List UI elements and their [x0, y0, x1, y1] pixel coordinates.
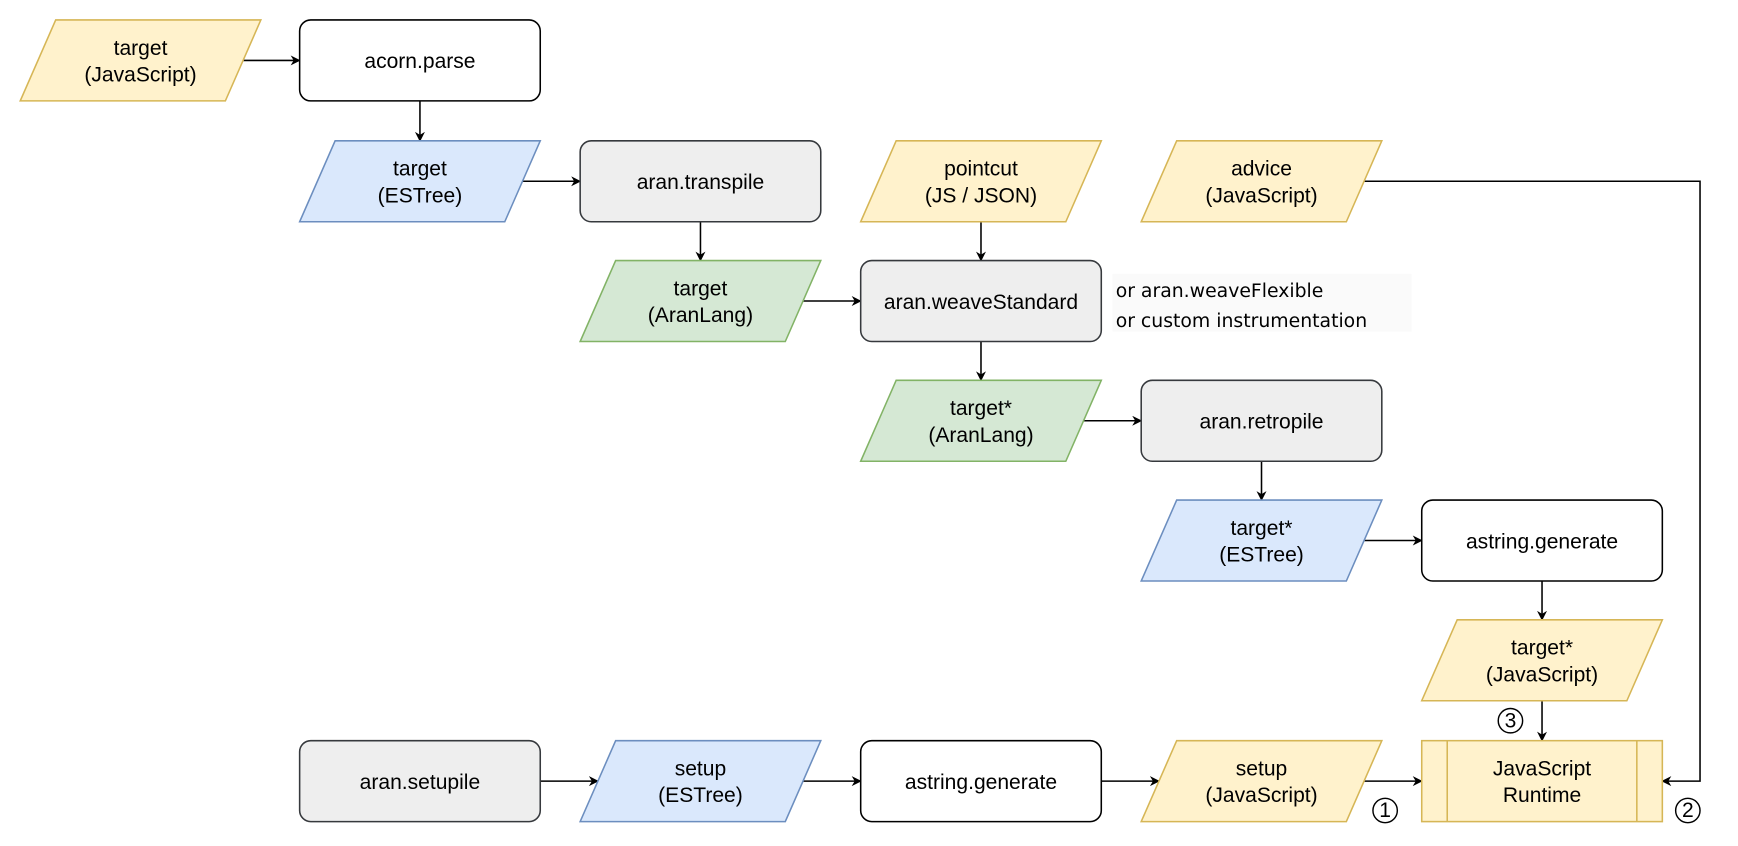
badge-setup-label: 1	[1379, 799, 1391, 822]
node-label: target*	[1511, 637, 1573, 660]
node-label: (ESTree)	[658, 784, 743, 807]
node-label: (JS / JSON)	[925, 184, 1037, 207]
node-pointcut: pointcut (JS / JSON)	[859, 140, 1103, 223]
node-label: target	[114, 37, 168, 60]
node-label: pointcut	[944, 158, 1018, 181]
node-label: (ESTree)	[1219, 544, 1304, 567]
node-label: acorn.parse	[364, 50, 475, 73]
node-aran-retropile: aran.retropile	[1140, 379, 1383, 463]
node-aran-setupile: aran.setupile	[298, 739, 542, 823]
node-target-star-aranlang: target* (AranLang)	[859, 379, 1103, 463]
node-label: astring.generate	[1466, 530, 1618, 553]
node-label: JavaScript	[1493, 758, 1591, 781]
data-parallelogram	[1140, 499, 1383, 582]
data-parallelogram	[298, 140, 542, 223]
node-label: astring.generate	[905, 771, 1057, 794]
node-label: (AranLang)	[928, 424, 1033, 447]
node-target-estree: target (ESTree)	[298, 140, 542, 223]
data-parallelogram	[1420, 619, 1664, 702]
node-label: (ESTree)	[378, 184, 463, 207]
node-label: Runtime	[1503, 784, 1581, 807]
node-label: aran.weaveStandard	[884, 291, 1078, 314]
badge-setup: 1	[1372, 797, 1399, 824]
node-label: (AranLang)	[648, 304, 753, 327]
node-js-runtime: JavaScript Runtime	[1420, 739, 1664, 823]
data-parallelogram	[578, 739, 822, 823]
badge-advice-label: 2	[1682, 799, 1694, 822]
node-aran-transpile: aran.transpile	[579, 140, 822, 223]
node-label: setup	[1236, 758, 1288, 781]
node-astring-generate-2: astring.generate	[859, 739, 1103, 823]
node-label: setup	[675, 758, 727, 781]
node-astring-generate-1: astring.generate	[1420, 499, 1664, 582]
node-label: target	[393, 158, 447, 181]
badge-advice: 2	[1674, 797, 1701, 824]
note-line-2: or custom instrumentation	[1116, 311, 1367, 332]
node-label: aran.setupile	[360, 771, 481, 794]
alternative-note: or aran.weaveFlexible or custom instrume…	[1112, 273, 1412, 332]
node-label: target	[674, 277, 728, 300]
subprocess-box	[1420, 739, 1664, 823]
node-label: (JavaScript)	[1205, 184, 1317, 207]
badge-target-label: 3	[1505, 709, 1517, 732]
node-label: aran.retropile	[1200, 411, 1324, 434]
node-target-star-estree: target* (ESTree)	[1140, 499, 1383, 582]
node-target-js: target (JavaScript)	[19, 19, 263, 102]
node-target-aranlang: target (AranLang)	[578, 259, 822, 343]
data-parallelogram	[1140, 140, 1383, 223]
node-aran-weave: aran.weaveStandard	[859, 259, 1103, 343]
note-line-1: or aran.weaveFlexible	[1116, 281, 1324, 302]
data-parallelogram	[859, 379, 1103, 463]
node-label: target*	[1231, 517, 1293, 540]
node-advice: advice (JavaScript)	[1140, 140, 1383, 223]
node-label: aran.transpile	[637, 171, 765, 194]
node-label: (JavaScript)	[1205, 784, 1317, 807]
node-label: advice	[1231, 158, 1292, 181]
node-label: (JavaScript)	[1486, 663, 1598, 686]
aran-pipeline-diagram: target (JavaScript) acorn.parse target (ESTr…	[19, 19, 1701, 824]
node-setup-js: setup (JavaScript)	[1140, 739, 1383, 823]
data-parallelogram	[1140, 739, 1383, 823]
badge-target: 3	[1497, 707, 1524, 734]
data-parallelogram	[578, 259, 822, 343]
data-parallelogram	[19, 19, 263, 102]
node-label: target*	[950, 397, 1012, 420]
node-acorn-parse: acorn.parse	[298, 19, 542, 102]
node-label: (JavaScript)	[84, 63, 196, 86]
node-target-star-js: target* (JavaScript)	[1420, 619, 1664, 702]
node-setup-estree: setup (ESTree)	[578, 739, 822, 823]
nodes: target (JavaScript) acorn.parse target (ESTr…	[19, 19, 1664, 823]
data-parallelogram	[859, 140, 1103, 223]
